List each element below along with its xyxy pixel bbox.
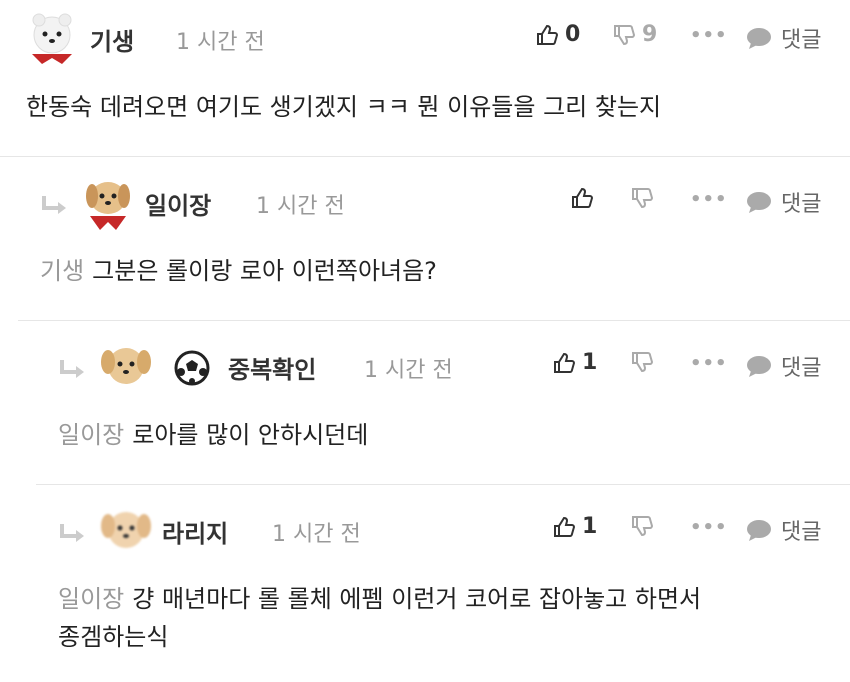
thumbs-up-icon	[554, 516, 576, 537]
comment-body: 일이장 걍 매년마다 롤 롤체 에펨 이런거 코어로 잡아놓고 하면서 종겜하는식	[58, 585, 702, 651]
thumbs-down-icon	[632, 352, 654, 373]
thumbs-down-icon	[632, 516, 654, 537]
speech-bubble-icon	[747, 520, 771, 541]
dislike-button[interactable]	[630, 514, 660, 538]
reply-button[interactable]: 댓글	[745, 514, 821, 546]
comment-body: 일이장 로아를 많이 안하시던데	[58, 421, 369, 449]
speech-bubble-icon	[747, 356, 771, 377]
divider	[36, 484, 850, 485]
nickname[interactable]: 중복확인	[228, 350, 316, 385]
thumbs-up-icon	[537, 24, 559, 45]
reply-label: 댓글	[781, 520, 822, 545]
reply-arrow-icon	[60, 524, 84, 542]
dislike-button[interactable]	[630, 350, 660, 374]
reply-button[interactable]: 댓글	[745, 186, 821, 218]
mention[interactable]: 일이장	[58, 585, 124, 613]
reply-arrow-icon	[42, 196, 66, 214]
like-button[interactable]: 0	[535, 22, 580, 47]
more-icon[interactable]: •••	[690, 25, 728, 46]
speech-bubble-icon	[747, 28, 771, 49]
like-button[interactable]: 1	[552, 514, 597, 539]
reply-button[interactable]: 댓글	[745, 350, 821, 382]
nickname[interactable]: 일이장	[145, 186, 211, 221]
reply-label: 댓글	[781, 28, 822, 53]
divider	[0, 156, 850, 157]
dislike-button[interactable]	[630, 186, 660, 210]
timestamp: 1 시간 전	[256, 194, 345, 219]
more-icon[interactable]: •••	[690, 517, 728, 538]
more-icon[interactable]: •••	[690, 353, 728, 374]
avatar[interactable]	[78, 172, 138, 232]
thumbs-up-icon	[554, 352, 576, 373]
like-count: 0	[565, 22, 581, 47]
thumbs-up-icon	[572, 187, 594, 208]
reply-label: 댓글	[781, 192, 822, 217]
comment-body: 한동숙 데려오면 여기도 생기겠지 ㅋㅋ 뭔 이유들을 그리 찾는지	[26, 93, 662, 121]
dislike-button[interactable]: 9	[612, 22, 657, 47]
timestamp: 1 시간 전	[176, 30, 265, 55]
soccer-ball-icon	[174, 350, 210, 386]
speech-bubble-icon	[747, 192, 771, 213]
avatar[interactable]	[96, 502, 156, 558]
mention[interactable]: 일이장	[58, 421, 124, 449]
mention[interactable]: 기생	[40, 257, 84, 285]
timestamp: 1 시간 전	[364, 358, 453, 383]
like-button[interactable]: 1	[552, 350, 597, 375]
nickname[interactable]: 라리지	[162, 514, 228, 549]
avatar[interactable]	[22, 10, 82, 66]
like-count: 1	[582, 514, 598, 539]
avatar[interactable]	[96, 338, 156, 394]
divider	[18, 320, 850, 321]
nickname[interactable]: 기생	[90, 22, 134, 57]
like-count: 1	[582, 350, 598, 375]
timestamp: 1 시간 전	[272, 522, 361, 547]
reply-label: 댓글	[781, 356, 822, 381]
reply-button[interactable]: 댓글	[745, 22, 821, 54]
more-icon[interactable]: •••	[690, 189, 728, 210]
comment-body: 기생 그분은 롤이랑 로아 이런쪽아녀음?	[40, 257, 437, 285]
like-button[interactable]	[570, 186, 600, 210]
dislike-count: 9	[642, 22, 658, 47]
thumbs-down-icon	[632, 188, 654, 209]
thumbs-down-icon	[614, 24, 636, 45]
reply-arrow-icon	[60, 360, 84, 378]
